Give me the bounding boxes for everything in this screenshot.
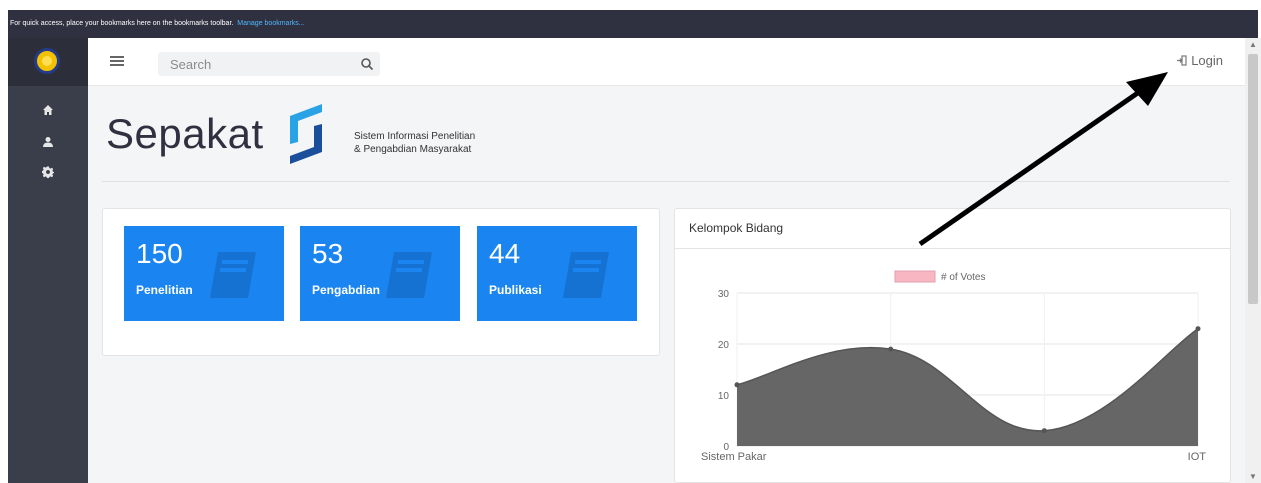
page-scrollbar[interactable]: ▲ ▼	[1245, 38, 1261, 483]
stat-tile-penelitian[interactable]: 150 Penelitian	[124, 226, 284, 321]
chart-legend-label: # of Votes	[941, 272, 985, 283]
chart-area-series	[737, 328, 1198, 446]
chart-y-tick-label: 20	[718, 340, 730, 351]
brand-tagline: Sistem Informasi Penelitian & Pengabdian…	[354, 130, 475, 156]
stat-label: Penelitian	[136, 283, 193, 297]
scroll-down-icon[interactable]: ▼	[1249, 472, 1257, 481]
chart-data-point	[1195, 326, 1201, 332]
stat-label: Pengabdian	[312, 283, 381, 297]
bookmarks-toolbar: For quick access, place your bookmarks h…	[0, 0, 1261, 38]
stat-label: Publikasi	[489, 283, 542, 297]
sign-in-icon	[1177, 55, 1187, 66]
sidebar	[8, 38, 88, 483]
book-icon	[563, 252, 609, 298]
book-icon	[210, 252, 256, 298]
chart-data-point	[888, 346, 894, 352]
sepakat-logo-mark	[290, 104, 322, 164]
brand-header: Sepakat Sistem Informasi Penelitian & Pe…	[88, 86, 1245, 182]
stat-value: 44	[489, 238, 521, 269]
search-box[interactable]	[158, 52, 380, 76]
stat-tile-publikasi[interactable]: 44 Publikasi	[477, 226, 637, 321]
chart-legend-swatch	[894, 270, 936, 283]
brand-tagline-line2: & Pengabdian Masyarakat	[354, 144, 472, 155]
stat-value: 150	[136, 238, 183, 269]
gear-icon[interactable]	[8, 162, 88, 182]
stats-card: 150 Penelitian 53 Pengabdian 44 Publikas…	[102, 208, 660, 356]
chart-data-point	[1041, 428, 1047, 434]
university-logo	[34, 48, 60, 74]
scroll-thumb[interactable]	[1248, 54, 1258, 304]
top-navbar: Login	[88, 38, 1245, 86]
bookmarks-message: For quick access, place your bookmarks h…	[10, 20, 234, 27]
main-content: Login Sepakat Sistem Informasi Penelitia…	[88, 38, 1245, 483]
chart-y-tick-label: 10	[718, 391, 730, 402]
bookmarks-toolbar-inner: For quick access, place your bookmarks h…	[8, 10, 1258, 38]
search-icon[interactable]	[360, 57, 374, 71]
area-chart: 0102030Sistem Pakar IOT# of Votes	[701, 270, 1207, 463]
sidebar-logo-area[interactable]	[8, 38, 88, 86]
chart-x-tick-label: IOT	[1188, 451, 1207, 463]
chart-card: Kelompok Bidang 0 10 20 30 Sistem Pakar IOT # …	[674, 208, 1231, 483]
user-icon[interactable]	[8, 132, 88, 152]
stat-tile-pengabdian[interactable]: 53 Pengabdian	[300, 226, 460, 321]
book-icon	[386, 252, 432, 298]
home-icon[interactable]	[8, 100, 88, 120]
brand-tagline-line1: Sistem Informasi Penelitian	[354, 131, 476, 142]
header-divider	[102, 181, 1230, 182]
scroll-up-icon[interactable]: ▲	[1249, 40, 1257, 49]
search-input[interactable]	[170, 55, 340, 73]
chart-title: Kelompok Bidang	[689, 221, 784, 235]
chart-data-point	[734, 382, 740, 388]
stat-value: 53	[312, 238, 344, 269]
chart-y-tick-label: 30	[718, 289, 730, 300]
manage-bookmarks-link[interactable]: Manage bookmarks...	[237, 20, 304, 27]
chart-x-tick-label: Sistem Pakar	[701, 451, 767, 463]
brand-name: Sepakat	[106, 110, 264, 157]
menu-toggle-icon[interactable]	[110, 56, 124, 66]
login-label: Login	[1191, 53, 1223, 68]
login-button[interactable]: Login	[1176, 53, 1223, 68]
